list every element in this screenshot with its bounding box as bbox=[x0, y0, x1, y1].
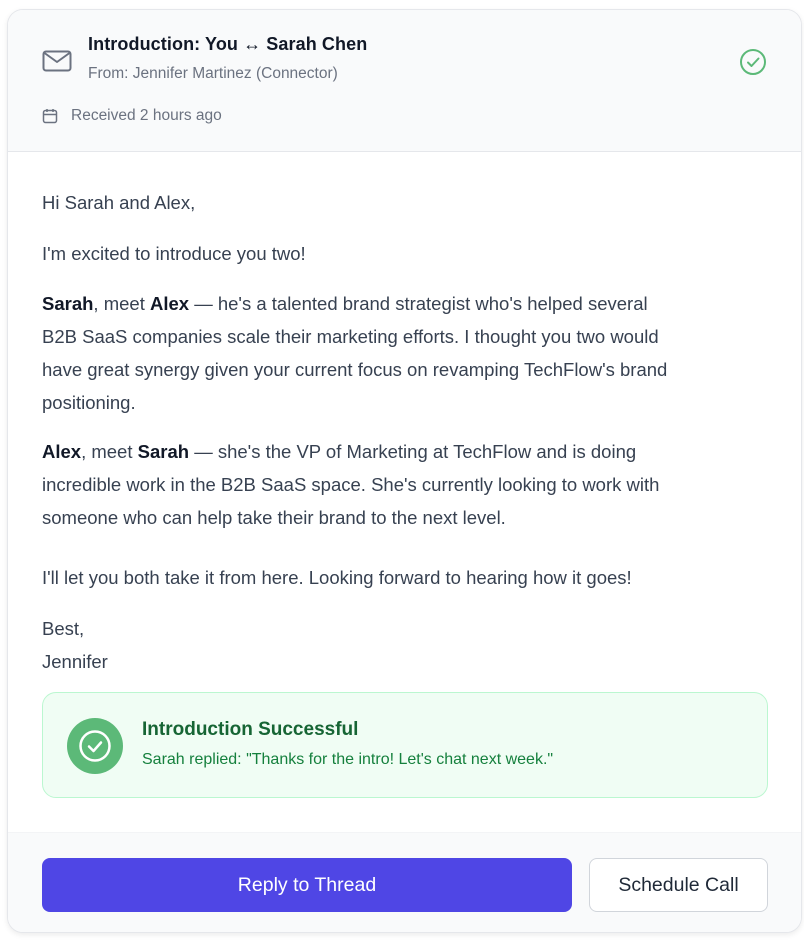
email-from: From: Jennifer Martinez (Connector) bbox=[88, 65, 338, 82]
check-circle-icon bbox=[740, 49, 766, 75]
mail-icon bbox=[42, 50, 72, 72]
success-badge bbox=[67, 718, 123, 774]
text-fragment: — he's a talented brand strategist who's… bbox=[189, 293, 648, 314]
intro-line: I'm excited to introduce you two! bbox=[42, 243, 306, 264]
email-header: Introduction: You ↔ Sarah Chen From: Jen… bbox=[8, 10, 801, 152]
text-fragment: , meet bbox=[93, 293, 150, 314]
name-alex: Alex bbox=[149, 293, 190, 314]
text-line: B2B SaaS companies scale their marketing… bbox=[42, 326, 659, 347]
greeting: Hi Sarah and Alex, bbox=[42, 192, 196, 213]
introduction-card: Introduction: You ↔ Sarah Chen From: Jen… bbox=[7, 9, 802, 933]
success-banner: Introduction Successful Sarah replied: "… bbox=[42, 692, 768, 798]
closing-line: I'll let you both take it from here. Loo… bbox=[42, 567, 632, 588]
action-bar: Reply to Thread Schedule Call bbox=[8, 832, 801, 932]
text-line: someone who can help take their brand to… bbox=[42, 507, 506, 528]
name-sarah: Sarah bbox=[137, 441, 190, 462]
text-fragment: , meet bbox=[81, 441, 138, 462]
name-alex: Alex bbox=[42, 441, 82, 462]
email-title: Introduction: You ↔ Sarah Chen bbox=[88, 34, 368, 54]
calendar-icon bbox=[42, 109, 58, 124]
text-fragment: — she's the VP of Marketing at TechFlow … bbox=[189, 441, 637, 462]
success-title: Introduction Successful bbox=[142, 719, 359, 740]
reply-to-thread-button[interactable]: Reply to Thread bbox=[42, 858, 572, 912]
signoff: Best, bbox=[42, 618, 85, 639]
name-sarah: Sarah bbox=[42, 293, 94, 314]
received-time: Received 2 hours ago bbox=[71, 107, 222, 124]
text-line: have great synergy given your current fo… bbox=[42, 359, 668, 380]
schedule-call-button[interactable]: Schedule Call bbox=[589, 858, 768, 912]
text-line: incredible work in the B2B SaaS space. S… bbox=[42, 474, 660, 495]
paragraph-alex: Alex, meet Sarah — she's the VP of Marke… bbox=[42, 435, 772, 534]
check-circle-icon bbox=[79, 730, 111, 762]
success-message: Sarah replied: "Thanks for the intro! Le… bbox=[142, 751, 554, 768]
text-line: positioning. bbox=[42, 392, 136, 413]
signature: Jennifer bbox=[42, 651, 108, 672]
paragraph-sarah: Sarah, meet Alex — he's a talented brand… bbox=[42, 287, 772, 419]
